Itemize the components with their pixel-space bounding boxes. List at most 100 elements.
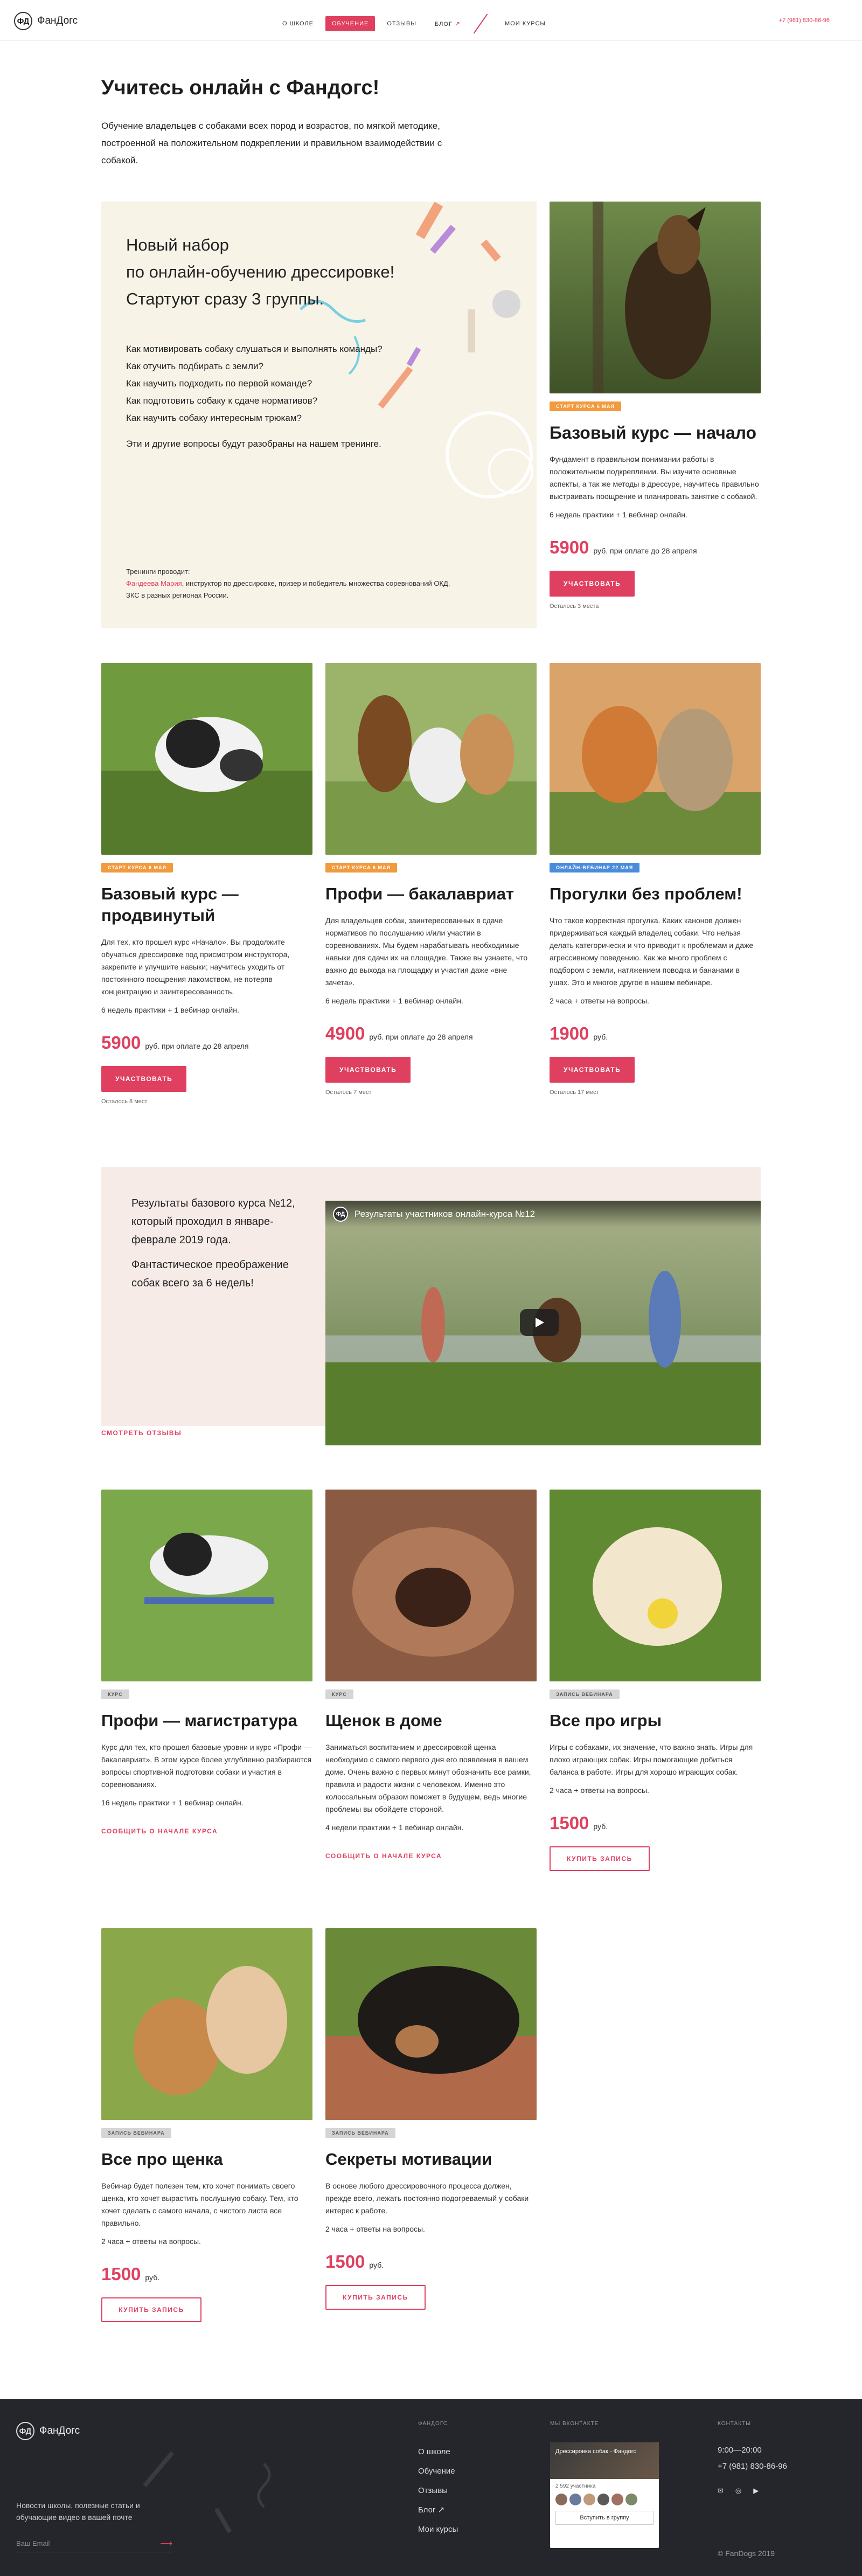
- course-title: Секреты мотивации: [325, 2150, 492, 2169]
- course-desc: Заниматься воспитанием и дрессировкой ще…: [325, 1743, 531, 1813]
- price-unit: руб. при оплате до 28 апреля: [369, 1033, 473, 1041]
- avatar[interactable]: [597, 2494, 609, 2505]
- avatar[interactable]: [611, 2494, 623, 2505]
- footer-phone[interactable]: +7 (981) 830-86-96: [718, 2459, 787, 2475]
- price-value: 1500: [550, 1813, 589, 1833]
- logo-text: ФанДогс: [39, 2425, 80, 2436]
- email-input[interactable]: Ваш Email ⟶: [16, 2539, 172, 2552]
- footer-links: О школе Обучение Отзывы Блог ↗ Мои курсы: [418, 2442, 458, 2539]
- course-badge: Запись вебинара: [101, 2128, 171, 2138]
- nav-my-courses[interactable]: Мои курсы: [498, 16, 552, 31]
- header-phone[interactable]: +7 (981) 830-86-96: [779, 17, 830, 24]
- external-arrow-icon: ↗: [454, 20, 461, 27]
- footer-link[interactable]: Отзывы: [418, 2481, 458, 2501]
- buy-recording-button[interactable]: Купить запись: [325, 2285, 426, 2310]
- copyright: © FanDogs 2019: [718, 2549, 775, 2558]
- course-image: [550, 202, 761, 393]
- avatar[interactable]: [625, 2494, 637, 2505]
- course-title: Прогулки без проблем!: [550, 884, 742, 903]
- question: Как мотивировать собаку слушаться и выпо…: [126, 344, 383, 354]
- video-player[interactable]: ФД Результаты участников онлайн-курса №1…: [325, 1201, 761, 1445]
- dog-photo-retriever-ball: [550, 1490, 761, 1681]
- course-title: Профи — магистратура: [101, 1711, 297, 1730]
- dog-photo-lying-dog: [325, 1928, 537, 2120]
- course-image: [101, 663, 312, 855]
- avatar[interactable]: [583, 2494, 595, 2505]
- video-title[interactable]: Результаты участников онлайн-курса №12: [354, 1209, 535, 1220]
- promo-closing: Эти и другие вопросы будут разобраны на …: [126, 439, 381, 449]
- notify-start-link[interactable]: Сообщить о начале курса: [101, 1827, 218, 1835]
- course-card-puppy-home: Курс Щенок в доме Заниматься воспитанием…: [325, 1490, 537, 1861]
- video-header: ФД Результаты участников онлайн-курса №1…: [325, 1201, 761, 1228]
- participate-button[interactable]: Участвовать: [550, 571, 635, 597]
- dog-photo-puppy-face: [325, 1490, 537, 1681]
- participate-button[interactable]: Участвовать: [325, 1057, 411, 1083]
- vk-join-button[interactable]: Вступить в группу: [555, 2511, 654, 2525]
- vk-cover: Дрессировка собак - Фандогс: [550, 2442, 659, 2479]
- promo-headline: Новый набор по онлайн-обучению дрессиров…: [126, 232, 503, 313]
- course-card-pro-bachelor: Старт курса 6 мая Профи — бакалавриат Дл…: [325, 663, 537, 1096]
- footer-link[interactable]: О школе: [418, 2442, 458, 2462]
- vk-group-name[interactable]: Дрессировка собак - Фандогс: [555, 2448, 652, 2455]
- promo-banner: Новый набор по онлайн-обучению дрессиров…: [101, 202, 537, 628]
- price-unit: руб. при оплате до 28 апреля: [593, 546, 697, 555]
- trainer-name-link[interactable]: Фандеева Мария: [126, 579, 182, 587]
- submit-arrow-icon[interactable]: ⟶: [160, 2538, 172, 2549]
- work-hours: 9:00—20:00: [718, 2446, 762, 2455]
- avatar[interactable]: [569, 2494, 581, 2505]
- youtube-icon[interactable]: ▶: [753, 2487, 759, 2495]
- dog-photo-two-puppies: [101, 1928, 312, 2120]
- participate-button[interactable]: Участвовать: [101, 1066, 187, 1092]
- course-image: [550, 1490, 761, 1681]
- play-icon: [536, 1318, 544, 1327]
- nav-training[interactable]: Обучение: [325, 16, 376, 31]
- course-badge: Курс: [101, 1689, 129, 1699]
- footer-link[interactable]: Обучение: [418, 2462, 458, 2481]
- course-title: Все про щенка: [101, 2150, 223, 2169]
- site-footer: ФД ФанДогс Новости школы, полезные стать…: [0, 2399, 862, 2576]
- course-price: 5900 руб. при оплате до 28 апреля: [550, 537, 761, 558]
- results-panel: Результаты базового курса №12, который п…: [101, 1167, 325, 1437]
- logo-mark: ФД: [16, 2422, 34, 2440]
- main-nav: О школе Обучение Отзывы Блог ↗ Мои курсы: [276, 12, 558, 36]
- participate-button[interactable]: Участвовать: [550, 1057, 635, 1083]
- nav-reviews[interactable]: Отзывы: [380, 16, 423, 31]
- nav-blog[interactable]: Блог ↗: [428, 16, 467, 32]
- price-value: 1500: [325, 2252, 365, 2272]
- course-card-pro-master: Курс Профи — магистратура Курс для тех, …: [101, 1490, 312, 1836]
- vk-avatars: [550, 2494, 659, 2505]
- mail-icon[interactable]: ✉: [718, 2487, 724, 2495]
- play-button[interactable]: [520, 1309, 559, 1336]
- footer-link[interactable]: Мои курсы: [418, 2520, 458, 2539]
- question: Как научить подходить по первой команде?: [126, 378, 312, 389]
- course-meta: 6 недель практики + 1 вебинар онлайн.: [550, 510, 687, 519]
- results-section: Результаты базового курса №12, который п…: [101, 1167, 761, 1445]
- vk-members: 2 592 участника: [555, 2483, 596, 2489]
- vk-widget[interactable]: Дрессировка собак - Фандогс 2 592 участн…: [550, 2442, 659, 2548]
- instagram-icon[interactable]: ◎: [735, 2487, 741, 2495]
- buy-recording-button[interactable]: Купить запись: [550, 1846, 650, 1871]
- logo[interactable]: ФД ФанДогс: [14, 12, 78, 30]
- channel-logo[interactable]: ФД: [333, 1207, 348, 1222]
- view-reviews-link[interactable]: Смотреть отзывы: [101, 1429, 182, 1437]
- price-value: 5900: [550, 537, 589, 557]
- course-card-walks: Онлайн-вебинар 22 мая Прогулки без пробл…: [550, 663, 761, 1096]
- course-desc: Курс для тех, кто прошел базовые уровни …: [101, 1743, 312, 1789]
- course-meta: 2 часа + ответы на вопросы.: [101, 2237, 201, 2246]
- nav-about[interactable]: О школе: [276, 16, 320, 31]
- price-unit: руб. при оплате до 28 апреля: [145, 1042, 249, 1050]
- course-price: 1500 руб.: [325, 2252, 537, 2272]
- course-badge: Онлайн-вебинар 22 мая: [550, 863, 640, 872]
- intro-text: Обучение владельцев с собаками всех поро…: [101, 121, 442, 165]
- avatar[interactable]: [555, 2494, 567, 2505]
- buy-recording-button[interactable]: Купить запись: [101, 2297, 201, 2322]
- notify-start-link[interactable]: Сообщить о начале курса: [325, 1852, 442, 1860]
- course-meta: 6 недель практики + 1 вебинар онлайн.: [325, 996, 463, 1005]
- footer-col-contacts: Контакты: [718, 2421, 751, 2427]
- course-image: [325, 663, 537, 855]
- course-meta: 2 часа + ответы на вопросы.: [325, 2225, 425, 2233]
- course-price: 5900 руб. при оплате до 28 апреля: [101, 1033, 312, 1053]
- course-title: Все про игры: [550, 1711, 662, 1730]
- footer-link[interactable]: Блог ↗: [418, 2501, 458, 2520]
- footer-logo[interactable]: ФД ФанДогс: [16, 2422, 80, 2440]
